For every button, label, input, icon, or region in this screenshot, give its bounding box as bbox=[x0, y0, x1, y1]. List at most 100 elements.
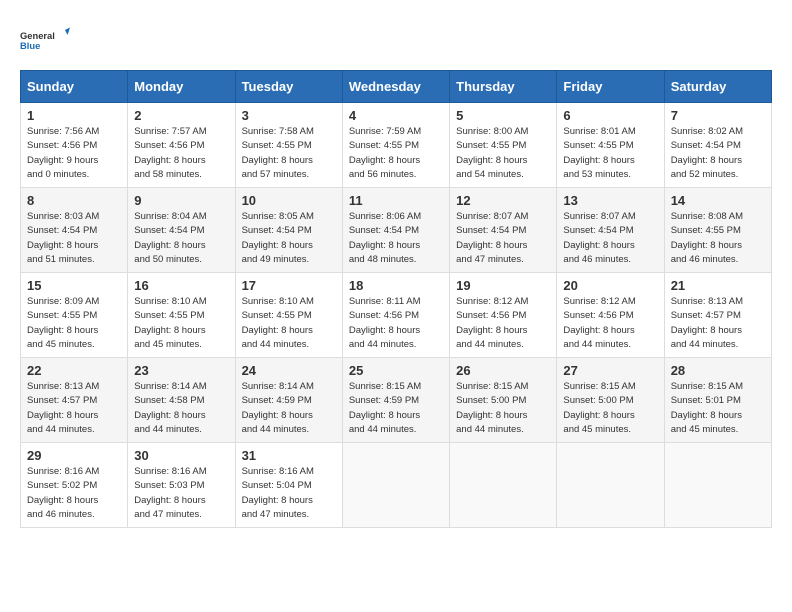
day-number: 28 bbox=[671, 363, 765, 378]
day-number: 26 bbox=[456, 363, 550, 378]
header-monday: Monday bbox=[128, 71, 235, 103]
calendar-cell bbox=[557, 443, 664, 528]
day-number: 17 bbox=[242, 278, 336, 293]
svg-text:General: General bbox=[20, 31, 55, 41]
calendar-cell: 19 Sunrise: 8:12 AM Sunset: 4:56 PM Dayli… bbox=[450, 273, 557, 358]
calendar-cell: 10 Sunrise: 8:05 AM Sunset: 4:54 PM Dayli… bbox=[235, 188, 342, 273]
header-friday: Friday bbox=[557, 71, 664, 103]
day-number: 12 bbox=[456, 193, 550, 208]
day-info: Sunrise: 8:14 AM Sunset: 4:59 PM Dayligh… bbox=[242, 380, 336, 437]
svg-text:Blue: Blue bbox=[20, 41, 40, 51]
day-info: Sunrise: 8:15 AM Sunset: 5:01 PM Dayligh… bbox=[671, 380, 765, 437]
day-number: 1 bbox=[27, 108, 121, 123]
calendar-cell: 15 Sunrise: 8:09 AM Sunset: 4:55 PM Dayli… bbox=[21, 273, 128, 358]
calendar-cell: 14Sunrise: 8:08 AM Sunset: 4:55 PM Dayli… bbox=[664, 188, 771, 273]
calendar-cell: 13Sunrise: 8:07 AM Sunset: 4:54 PM Dayli… bbox=[557, 188, 664, 273]
calendar-cell: 30Sunrise: 8:16 AM Sunset: 5:03 PM Dayli… bbox=[128, 443, 235, 528]
header-wednesday: Wednesday bbox=[342, 71, 449, 103]
header-saturday: Saturday bbox=[664, 71, 771, 103]
day-info: Sunrise: 8:14 AM Sunset: 4:58 PM Dayligh… bbox=[134, 380, 228, 437]
week-row-5: 29 Sunrise: 8:16 AM Sunset: 5:02 PM Dayli… bbox=[21, 443, 772, 528]
day-info: Sunrise: 8:02 AM Sunset: 4:54 PM Dayligh… bbox=[671, 125, 765, 182]
day-number: 31 bbox=[242, 448, 336, 463]
calendar-cell: 21 Sunrise: 8:13 AM Sunset: 4:57 PM Dayli… bbox=[664, 273, 771, 358]
day-info: Sunrise: 8:08 AM Sunset: 4:55 PM Dayligh… bbox=[671, 210, 765, 267]
day-info: Sunrise: 8:13 AM Sunset: 4:57 PM Dayligh… bbox=[27, 380, 121, 437]
day-number: 21 bbox=[671, 278, 765, 293]
day-info: Sunrise: 8:15 AM Sunset: 5:00 PM Dayligh… bbox=[563, 380, 657, 437]
day-info: Sunrise: 7:57 AM Sunset: 4:56 PM Dayligh… bbox=[134, 125, 228, 182]
day-info: Sunrise: 8:15 AM Sunset: 5:00 PM Dayligh… bbox=[456, 380, 550, 437]
day-number: 10 bbox=[242, 193, 336, 208]
day-number: 11 bbox=[349, 193, 443, 208]
day-number: 20 bbox=[563, 278, 657, 293]
day-number: 15 bbox=[27, 278, 121, 293]
day-info: Sunrise: 8:16 AM Sunset: 5:04 PM Dayligh… bbox=[242, 465, 336, 522]
calendar-cell bbox=[342, 443, 449, 528]
header-sunday: Sunday bbox=[21, 71, 128, 103]
calendar-cell: 16 Sunrise: 8:10 AM Sunset: 4:55 PM Dayli… bbox=[128, 273, 235, 358]
calendar-cell: 5 Sunrise: 8:00 AM Sunset: 4:55 PM Daylig… bbox=[450, 103, 557, 188]
day-info: Sunrise: 8:12 AM Sunset: 4:56 PM Dayligh… bbox=[563, 295, 657, 352]
day-number: 3 bbox=[242, 108, 336, 123]
week-row-2: 8Sunrise: 8:03 AM Sunset: 4:54 PM Daylig… bbox=[21, 188, 772, 273]
calendar-cell: 23Sunrise: 8:14 AM Sunset: 4:58 PM Dayli… bbox=[128, 358, 235, 443]
calendar-cell: 6 Sunrise: 8:01 AM Sunset: 4:55 PM Daylig… bbox=[557, 103, 664, 188]
week-row-4: 22 Sunrise: 8:13 AM Sunset: 4:57 PM Dayli… bbox=[21, 358, 772, 443]
calendar-cell: 29 Sunrise: 8:16 AM Sunset: 5:02 PM Dayli… bbox=[21, 443, 128, 528]
day-number: 29 bbox=[27, 448, 121, 463]
day-info: Sunrise: 8:11 AM Sunset: 4:56 PM Dayligh… bbox=[349, 295, 443, 352]
day-info: Sunrise: 8:10 AM Sunset: 4:55 PM Dayligh… bbox=[134, 295, 228, 352]
week-row-3: 15 Sunrise: 8:09 AM Sunset: 4:55 PM Dayli… bbox=[21, 273, 772, 358]
day-number: 18 bbox=[349, 278, 443, 293]
calendar-cell bbox=[664, 443, 771, 528]
day-info: Sunrise: 8:00 AM Sunset: 4:55 PM Dayligh… bbox=[456, 125, 550, 182]
calendar-cell: 4 Sunrise: 7:59 AM Sunset: 4:55 PM Daylig… bbox=[342, 103, 449, 188]
day-number: 5 bbox=[456, 108, 550, 123]
calendar-cell: 11 Sunrise: 8:06 AM Sunset: 4:54 PM Dayli… bbox=[342, 188, 449, 273]
day-info: Sunrise: 8:15 AM Sunset: 4:59 PM Dayligh… bbox=[349, 380, 443, 437]
day-info: Sunrise: 8:01 AM Sunset: 4:55 PM Dayligh… bbox=[563, 125, 657, 182]
calendar-cell: 27 Sunrise: 8:15 AM Sunset: 5:00 PM Dayli… bbox=[557, 358, 664, 443]
header-tuesday: Tuesday bbox=[235, 71, 342, 103]
day-info: Sunrise: 8:10 AM Sunset: 4:55 PM Dayligh… bbox=[242, 295, 336, 352]
day-number: 19 bbox=[456, 278, 550, 293]
day-info: Sunrise: 8:16 AM Sunset: 5:02 PM Dayligh… bbox=[27, 465, 121, 522]
day-info: Sunrise: 8:05 AM Sunset: 4:54 PM Dayligh… bbox=[242, 210, 336, 267]
logo: General Blue bbox=[20, 20, 70, 60]
week-row-1: 1 Sunrise: 7:56 AM Sunset: 4:56 PM Daylig… bbox=[21, 103, 772, 188]
day-info: Sunrise: 8:06 AM Sunset: 4:54 PM Dayligh… bbox=[349, 210, 443, 267]
day-number: 9 bbox=[134, 193, 228, 208]
page-header: General Blue bbox=[20, 20, 772, 60]
calendar-cell: 18 Sunrise: 8:11 AM Sunset: 4:56 PM Dayli… bbox=[342, 273, 449, 358]
day-info: Sunrise: 8:04 AM Sunset: 4:54 PM Dayligh… bbox=[134, 210, 228, 267]
day-info: Sunrise: 8:12 AM Sunset: 4:56 PM Dayligh… bbox=[456, 295, 550, 352]
calendar-cell: 22 Sunrise: 8:13 AM Sunset: 4:57 PM Dayli… bbox=[21, 358, 128, 443]
calendar-cell: 17 Sunrise: 8:10 AM Sunset: 4:55 PM Dayli… bbox=[235, 273, 342, 358]
day-number: 25 bbox=[349, 363, 443, 378]
day-info: Sunrise: 7:58 AM Sunset: 4:55 PM Dayligh… bbox=[242, 125, 336, 182]
day-info: Sunrise: 8:07 AM Sunset: 4:54 PM Dayligh… bbox=[456, 210, 550, 267]
calendar-header-row: SundayMondayTuesdayWednesdayThursdayFrid… bbox=[21, 71, 772, 103]
day-number: 30 bbox=[134, 448, 228, 463]
day-number: 27 bbox=[563, 363, 657, 378]
calendar-cell: 1 Sunrise: 7:56 AM Sunset: 4:56 PM Daylig… bbox=[21, 103, 128, 188]
calendar-cell: 7Sunrise: 8:02 AM Sunset: 4:54 PM Daylig… bbox=[664, 103, 771, 188]
calendar-cell: 24 Sunrise: 8:14 AM Sunset: 4:59 PM Dayli… bbox=[235, 358, 342, 443]
day-info: Sunrise: 8:09 AM Sunset: 4:55 PM Dayligh… bbox=[27, 295, 121, 352]
calendar-cell: 31 Sunrise: 8:16 AM Sunset: 5:04 PM Dayli… bbox=[235, 443, 342, 528]
day-number: 4 bbox=[349, 108, 443, 123]
day-info: Sunrise: 7:59 AM Sunset: 4:55 PM Dayligh… bbox=[349, 125, 443, 182]
day-number: 22 bbox=[27, 363, 121, 378]
day-number: 24 bbox=[242, 363, 336, 378]
calendar-cell: 20 Sunrise: 8:12 AM Sunset: 4:56 PM Dayli… bbox=[557, 273, 664, 358]
day-info: Sunrise: 7:56 AM Sunset: 4:56 PM Dayligh… bbox=[27, 125, 121, 182]
calendar-body: 1 Sunrise: 7:56 AM Sunset: 4:56 PM Daylig… bbox=[21, 103, 772, 528]
day-number: 13 bbox=[563, 193, 657, 208]
day-number: 2 bbox=[134, 108, 228, 123]
calendar-cell: 28 Sunrise: 8:15 AM Sunset: 5:01 PM Dayli… bbox=[664, 358, 771, 443]
day-number: 6 bbox=[563, 108, 657, 123]
calendar-table: SundayMondayTuesdayWednesdayThursdayFrid… bbox=[20, 70, 772, 528]
day-number: 16 bbox=[134, 278, 228, 293]
day-info: Sunrise: 8:13 AM Sunset: 4:57 PM Dayligh… bbox=[671, 295, 765, 352]
